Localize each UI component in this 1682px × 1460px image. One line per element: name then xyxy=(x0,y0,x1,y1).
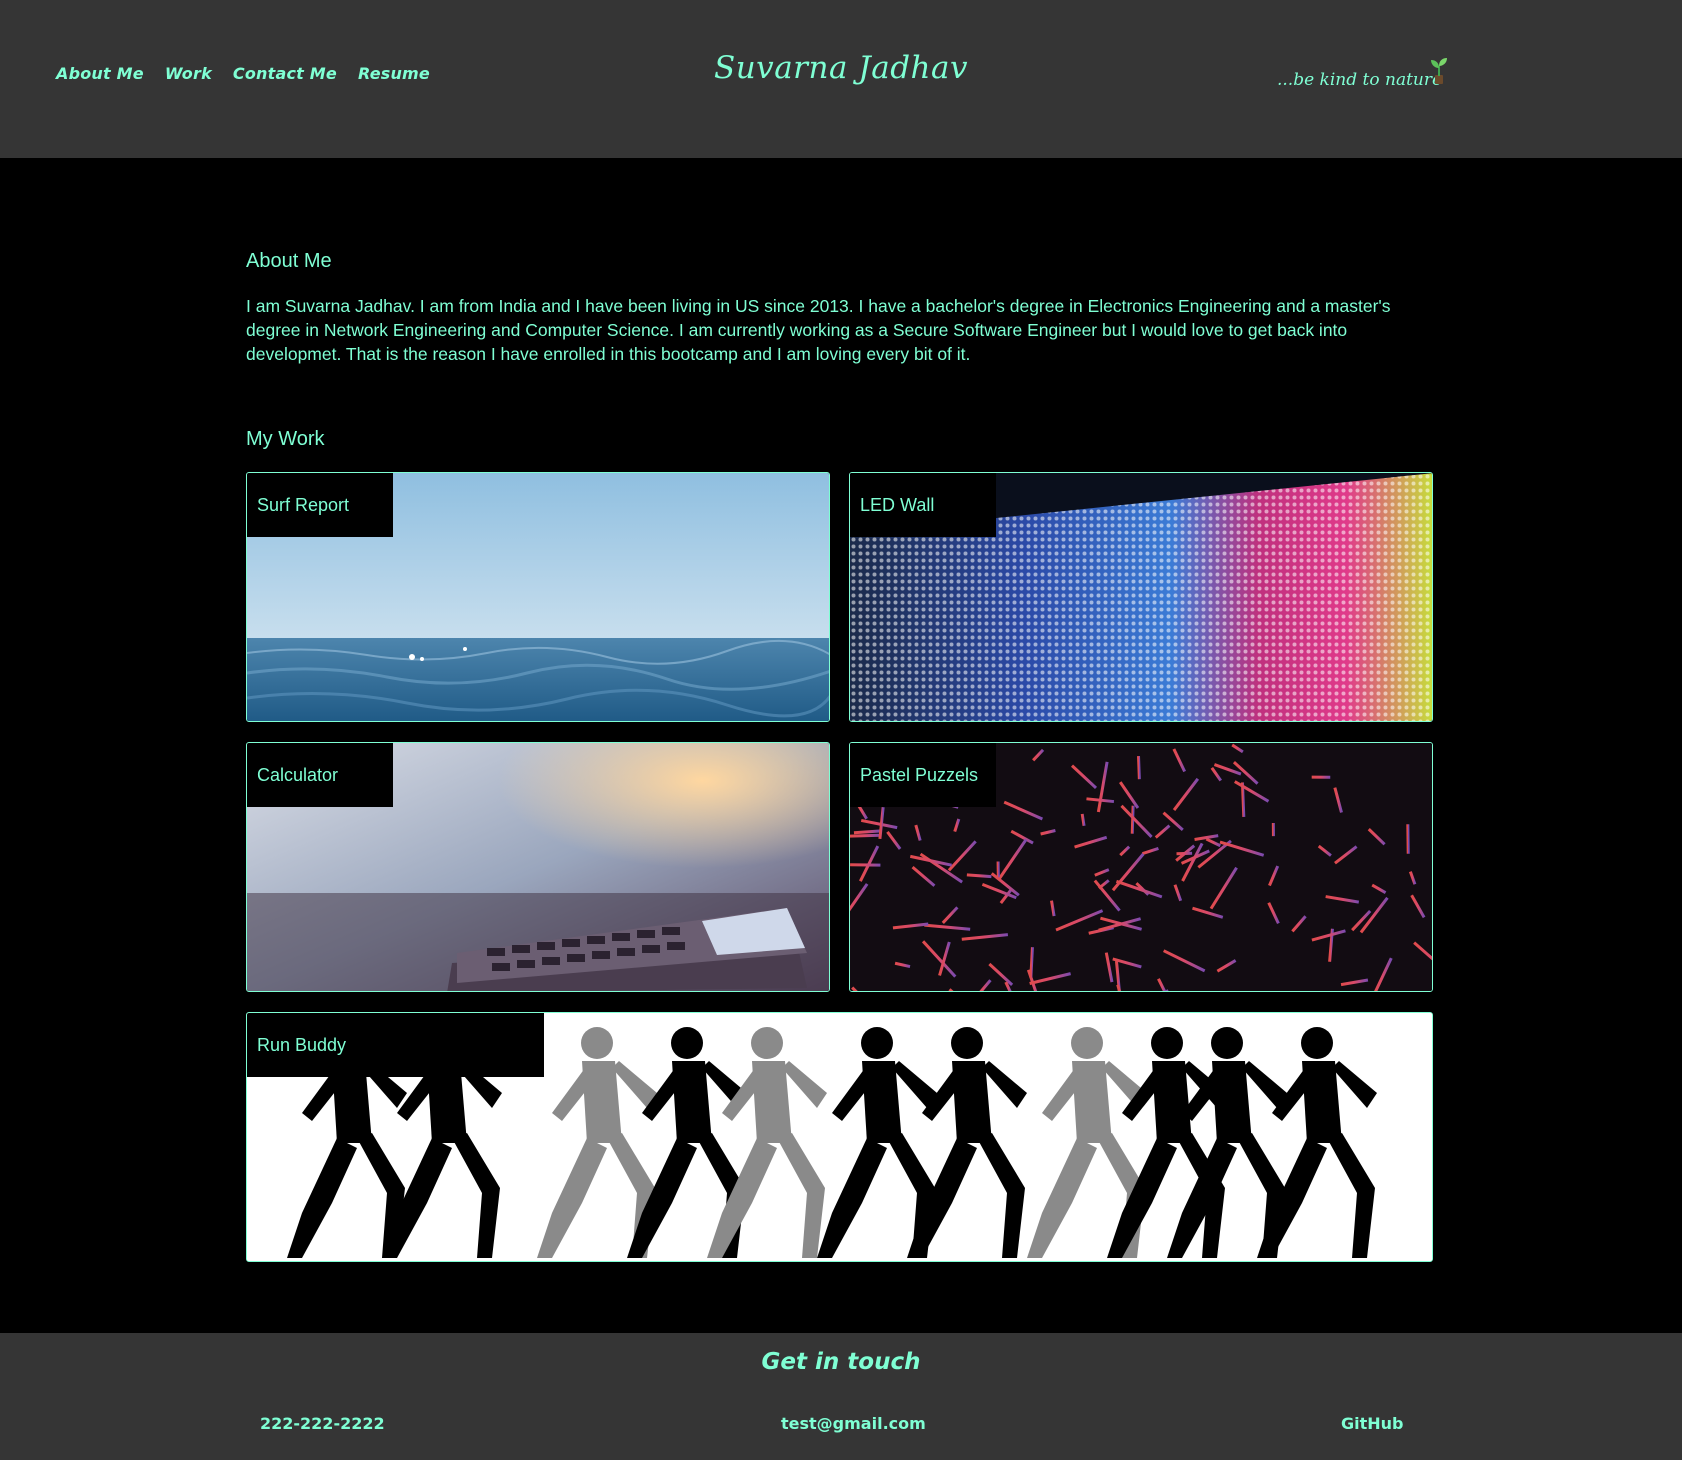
confetti-line xyxy=(1029,947,1034,978)
footer-phone: 222-222-2222 xyxy=(260,1414,385,1433)
confetti-line xyxy=(1137,755,1141,780)
confetti-line xyxy=(966,873,992,879)
footer-email[interactable]: test@gmail.com xyxy=(781,1414,926,1433)
project-title: Pastel Puzzels xyxy=(850,743,996,807)
project-card-led-wall[interactable]: LED Wall xyxy=(849,472,1433,722)
email-link[interactable]: test@gmail.com xyxy=(781,1414,926,1433)
footer-title: Get in touch xyxy=(761,1349,921,1375)
site-footer: Get in touch 222-222-2222 test@gmail.com… xyxy=(0,1333,1682,1460)
project-card-run-buddy[interactable]: Run Buddy xyxy=(246,1012,1433,1262)
project-title: Calculator xyxy=(247,743,393,807)
project-card-calculator[interactable]: Calculator xyxy=(246,742,830,992)
project-title: LED Wall xyxy=(850,473,996,537)
confetti-line xyxy=(850,833,881,838)
about-heading: About Me xyxy=(246,250,332,272)
site-header: About Me Work Contact Me Resume Suvarna … xyxy=(0,0,1682,158)
about-text: I am Suvarna Jadhav. I am from India and… xyxy=(246,296,1391,364)
confetti-line xyxy=(1080,813,1086,827)
project-title: Surf Report xyxy=(247,473,393,537)
github-link[interactable]: GitHub xyxy=(1341,1414,1404,1433)
seedling-icon xyxy=(1431,58,1447,84)
project-card-surf-report[interactable]: Surf Report xyxy=(246,472,830,722)
tagline: ...be kind to nature xyxy=(1277,70,1443,90)
confetti-line xyxy=(853,829,880,835)
footer-github[interactable]: GitHub xyxy=(1341,1414,1404,1433)
project-title: Run Buddy xyxy=(247,1013,544,1077)
project-card-pastel-puzzels[interactable]: Pastel Puzzels xyxy=(849,742,1433,992)
work-heading: My Work xyxy=(246,428,325,450)
